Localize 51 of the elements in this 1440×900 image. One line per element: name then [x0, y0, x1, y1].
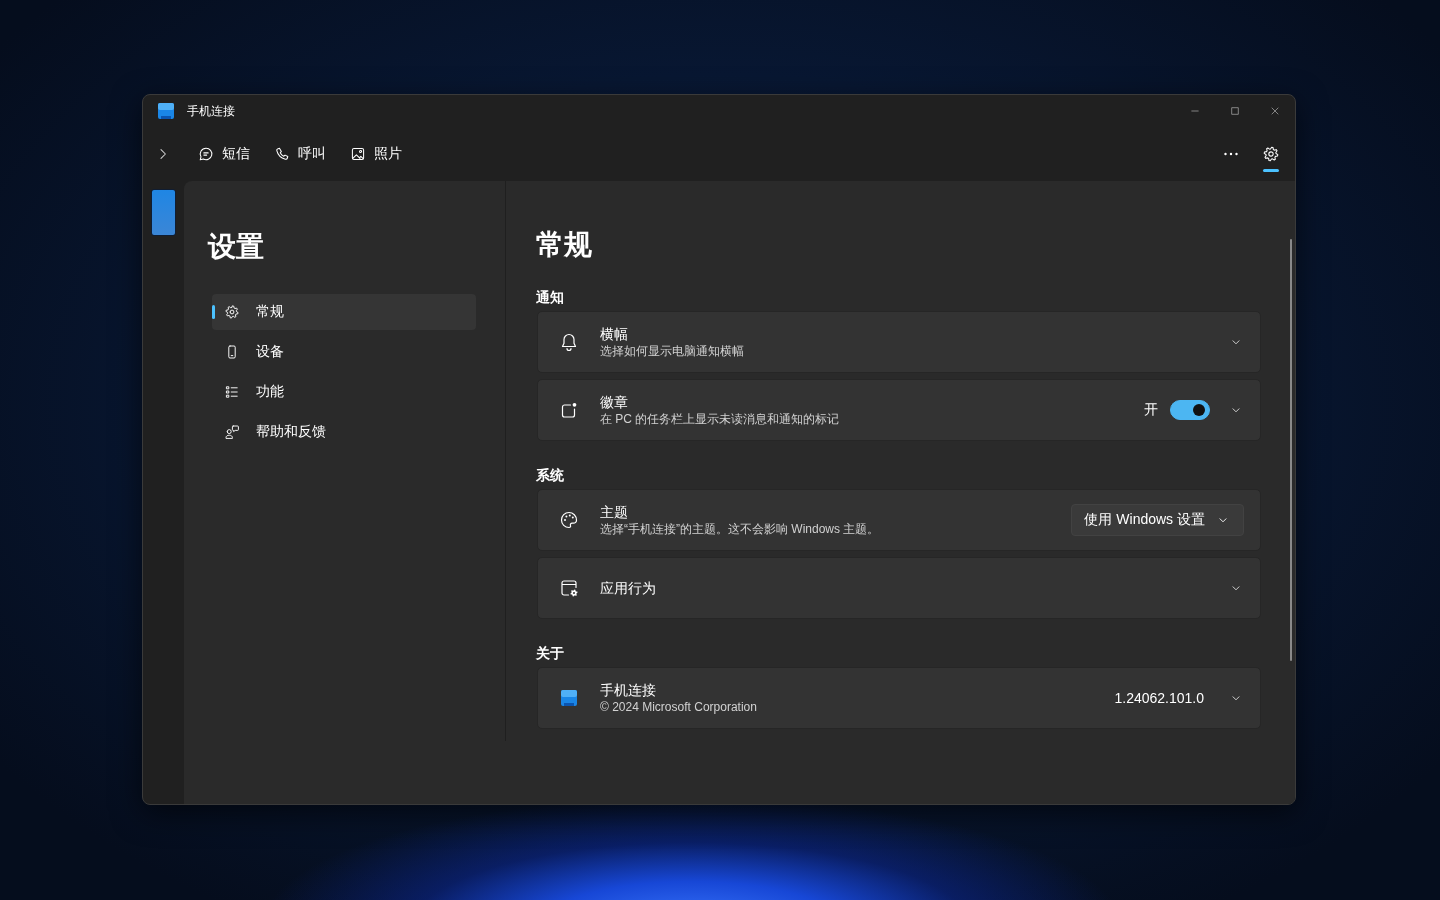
settings-card[interactable]: 手机连接 © 2024 Microsoft Corporation 1.24062.101.0: [537, 667, 1261, 729]
sidebar-item[interactable]: 帮助和反馈: [212, 414, 476, 450]
page-title: 设置: [208, 230, 265, 264]
settings-card[interactable]: 徽章 在 PC 的任务栏上显示未读消息和通知的标记 开: [537, 379, 1261, 441]
settings-icon: [1262, 145, 1280, 163]
card-subtitle: © 2024 Microsoft Corporation: [600, 699, 757, 715]
settings-icon: [224, 304, 240, 320]
window-title: 手机连接: [187, 103, 235, 119]
card-title: 主题: [600, 503, 629, 521]
version-text: 1.24062.101.0: [1114, 690, 1204, 706]
theme-dropdown[interactable]: 使用 Windows 设置: [1071, 504, 1244, 536]
phone-thumbnail[interactable]: [151, 189, 176, 236]
app-logo-icon: [157, 102, 175, 120]
group-heading: 通知: [536, 288, 565, 307]
sidebar-item[interactable]: 设备: [212, 334, 476, 370]
phone-icon: [274, 146, 290, 162]
bell-icon: [559, 332, 579, 352]
nav-tab[interactable]: 照片: [342, 136, 410, 172]
chat-bubble-icon: [198, 146, 214, 162]
nav-tab[interactable]: 短信: [190, 136, 258, 172]
card-subtitle: 选择如何显示电脑通知横幅: [600, 343, 744, 359]
sidebar-item[interactable]: 功能: [212, 374, 476, 410]
more-icon: [1223, 151, 1239, 157]
settings-card[interactable]: 横幅 选择如何显示电脑通知横幅: [537, 311, 1261, 373]
settings-card[interactable]: 应用行为: [537, 557, 1261, 619]
selection-indicator: [212, 305, 215, 319]
window-gear-icon: [559, 578, 579, 598]
card-title: 横幅: [600, 325, 629, 343]
palette-icon: [559, 510, 579, 530]
card-title: 徽章: [600, 393, 629, 411]
maximize-icon: [1229, 105, 1241, 117]
notification-badge-icon: [559, 400, 579, 420]
group-heading: 关于: [536, 644, 565, 663]
person-chat-icon: [224, 424, 240, 440]
sidebar-item[interactable]: 常规: [212, 294, 476, 330]
list-icon: [224, 384, 240, 400]
section-title: 常规: [536, 228, 593, 262]
card-subtitle: 选择“手机连接”的主题。这不会影响 Windows 主题。: [600, 521, 880, 537]
app-logo-icon: [559, 688, 579, 708]
close-icon: [1269, 105, 1281, 117]
card-title: 应用行为: [600, 579, 656, 597]
card-title: 手机连接: [600, 681, 657, 699]
nav-tab[interactable]: 呼叫: [266, 136, 334, 172]
card-subtitle: 在 PC 的任务栏上显示未读消息和通知的标记: [600, 411, 840, 427]
group-heading: 系统: [536, 466, 565, 485]
toggle-label: 开: [1144, 401, 1158, 419]
selection-indicator: [1263, 169, 1279, 172]
scrollbar-thumb[interactable]: [1290, 239, 1292, 661]
image-icon: [350, 146, 366, 162]
toggle-switch[interactable]: [1170, 400, 1210, 420]
settings-card[interactable]: 主题 选择“手机连接”的主题。这不会影响 Windows 主题。 使用 Windows 设置: [537, 489, 1261, 551]
